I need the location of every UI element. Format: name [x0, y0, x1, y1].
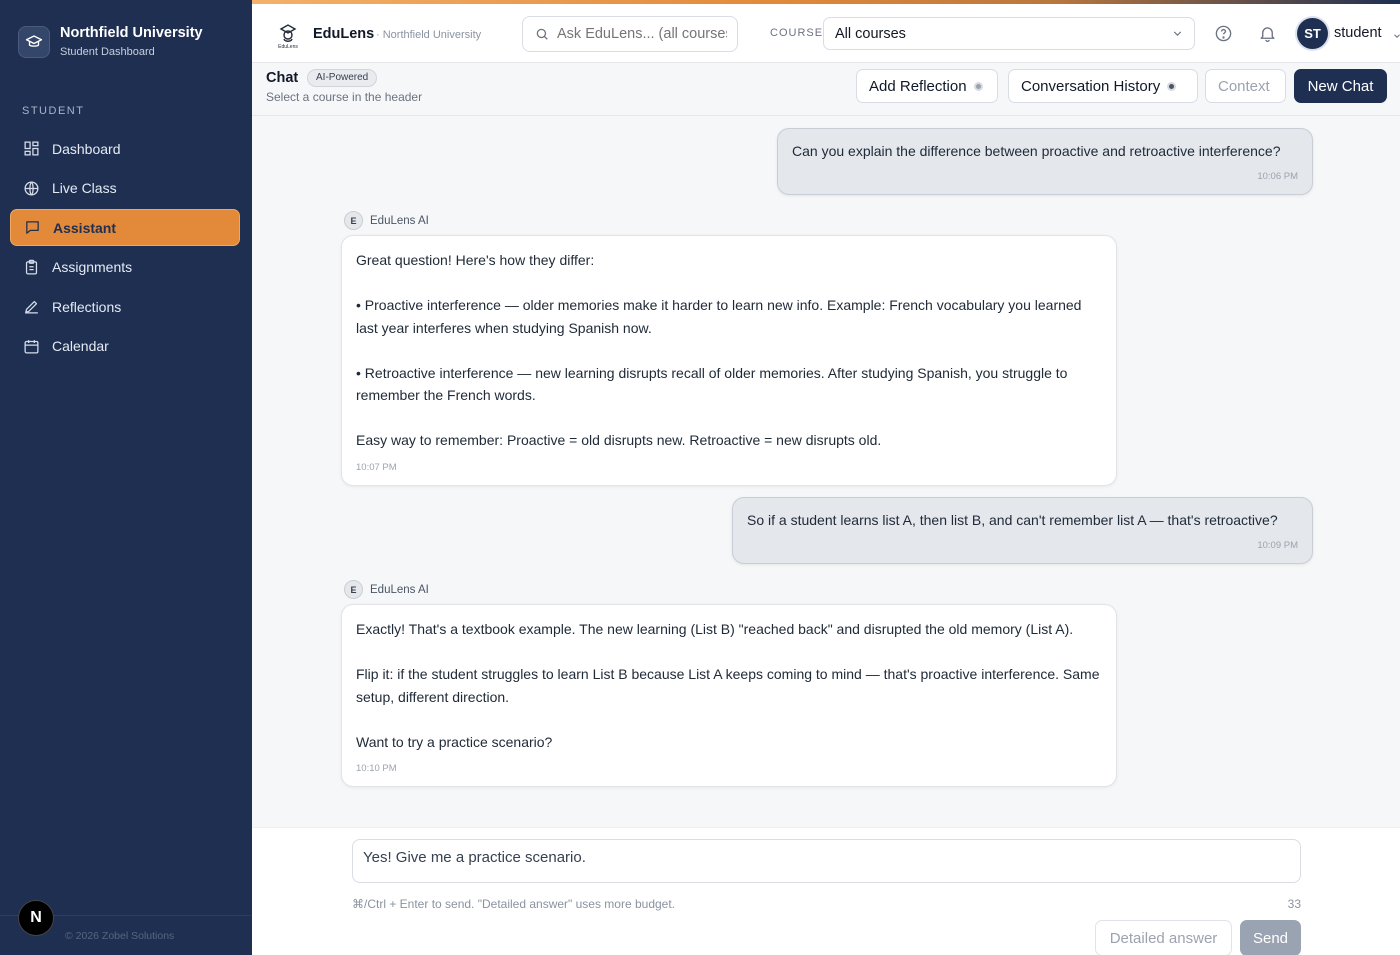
ai-message: Exactly! That's a textbook example. The …: [341, 604, 1117, 787]
brand[interactable]: Northfield University Student Dashboard: [18, 25, 203, 58]
composer: Yes! Give me a practice scenario. ⌘/Ctrl…: [252, 827, 1400, 955]
help-icon[interactable]: [1214, 24, 1233, 48]
sidebar-item-calendar[interactable]: Calendar: [10, 328, 240, 365]
brand-subtitle: Student Dashboard: [60, 46, 155, 58]
message-text: Can you explain the difference between p…: [792, 143, 1281, 159]
chat-header: Chat AI-Powered Select a course in the h…: [252, 63, 1400, 116]
user-message: So if a student learns list A, then list…: [732, 497, 1313, 564]
svg-text:EduLens: EduLens: [278, 44, 298, 49]
context-button[interactable]: Context: [1205, 69, 1286, 103]
sidebar-item-label: Calendar: [52, 338, 109, 354]
course-label: COURSE: [770, 27, 824, 39]
status-dot-icon: [1167, 81, 1177, 91]
sidebar-item-label: Dashboard: [52, 140, 121, 157]
sidebar: Northfield University Student Dashboard …: [0, 0, 252, 955]
bell-icon[interactable]: [1258, 24, 1277, 48]
ai-message-header: E EduLens AI: [344, 580, 429, 599]
chat-subtitle: Select a course in the header: [266, 90, 423, 104]
username[interactable]: student: [1334, 25, 1382, 41]
message-paragraph: Easy way to remember: Proactive = old di…: [356, 432, 882, 448]
ai-message-header: E EduLens AI: [344, 211, 429, 230]
dashboard-icon: [22, 140, 40, 158]
sidebar-nav: Dashboard Live Class Assistant Assignmen…: [10, 130, 240, 367]
ai-name: EduLens AI: [370, 214, 429, 227]
add-reflection-label: Add Reflection: [869, 77, 967, 95]
conversation-history-label: Conversation History: [1021, 77, 1161, 95]
graduation-cap-icon: [18, 25, 50, 58]
search-input[interactable]: [557, 24, 727, 44]
message-paragraph: Flip it: if the student struggles to lea…: [356, 666, 1100, 705]
detailed-answer-button[interactable]: Detailed answer: [1095, 920, 1232, 955]
message-time: 10:10 PM: [356, 763, 397, 774]
app-name: EduLens: [313, 26, 375, 42]
message-time: 10:07 PM: [356, 461, 397, 473]
message-list: Can you explain the difference between p…: [252, 116, 1400, 827]
chat-bubble-icon: [23, 219, 41, 237]
chevron-down-icon[interactable]: [1392, 28, 1400, 46]
add-reflection-button[interactable]: Add Reflection: [856, 69, 998, 103]
message-text: So if a student learns list A, then list…: [747, 512, 1278, 528]
sidebar-item-label: Assistant: [53, 219, 117, 236]
sidebar-item-label: Assignments: [52, 259, 133, 275]
character-count: 33: [1287, 897, 1301, 911]
message-paragraph: Great question! Here's how they differ:: [356, 252, 595, 268]
sidebar-item-label: Reflections: [52, 298, 122, 315]
sidebar-item-live-class[interactable]: Live Class: [10, 170, 240, 207]
course-value: All courses: [835, 26, 906, 42]
new-chat-button[interactable]: New Chat: [1294, 69, 1387, 103]
live-class-icon: [22, 179, 40, 197]
sidebar-item-dashboard[interactable]: Dashboard: [10, 130, 240, 167]
sidebar-item-assignments[interactable]: Assignments: [10, 249, 240, 286]
section-label: STUDENT: [22, 105, 85, 117]
avatar[interactable]: ST: [1297, 18, 1328, 49]
pen-icon: [22, 298, 40, 316]
page-title: Chat: [266, 70, 299, 86]
message-input[interactable]: Yes! Give me a practice scenario.: [352, 839, 1301, 883]
message-paragraph: Want to try a practice scenario?: [356, 733, 553, 750]
message-paragraph: Exactly! That's a textbook example. The …: [356, 621, 1074, 637]
chevron-down-icon: [1171, 27, 1184, 45]
ai-avatar: E: [344, 211, 363, 230]
dev-badge[interactable]: N: [18, 900, 54, 936]
sidebar-item-reflections[interactable]: Reflections: [10, 288, 240, 325]
conversation-history-button[interactable]: Conversation History: [1008, 69, 1198, 103]
ai-avatar: E: [344, 580, 363, 599]
course-select[interactable]: All courses: [823, 17, 1195, 50]
message-time: 10:06 PM: [1257, 171, 1298, 182]
send-button[interactable]: Send: [1240, 920, 1301, 955]
edulens-logo[interactable]: EduLens: [274, 21, 302, 50]
ai-message: Great question! Here's how they differ: …: [341, 235, 1117, 486]
status-dot-icon: [973, 81, 983, 91]
copyright: © 2026 Zobel Solutions: [65, 930, 175, 942]
ai-name: EduLens AI: [370, 583, 429, 596]
search-box[interactable]: [522, 16, 738, 52]
app-org: · Northfield University: [376, 29, 482, 41]
message-time: 10:09 PM: [1257, 540, 1298, 551]
message-paragraph: • Proactive interference — older memorie…: [356, 297, 1082, 336]
calendar-icon: [22, 337, 40, 355]
user-message: Can you explain the difference between p…: [777, 128, 1313, 195]
sidebar-item-label: Live Class: [52, 180, 117, 196]
top-header: EduLens EduLens · Northfield University …: [252, 4, 1400, 63]
search-icon: [535, 27, 549, 46]
ai-powered-badge: AI-Powered: [307, 69, 378, 87]
composer-hint: ⌘/Ctrl + Enter to send. "Detailed answer…: [352, 897, 676, 911]
sidebar-item-assistant[interactable]: Assistant: [10, 209, 240, 246]
message-paragraph: • Retroactive interference — new learnin…: [356, 364, 1068, 404]
brand-title: Northfield University: [60, 25, 203, 41]
clipboard-icon: [22, 258, 40, 276]
